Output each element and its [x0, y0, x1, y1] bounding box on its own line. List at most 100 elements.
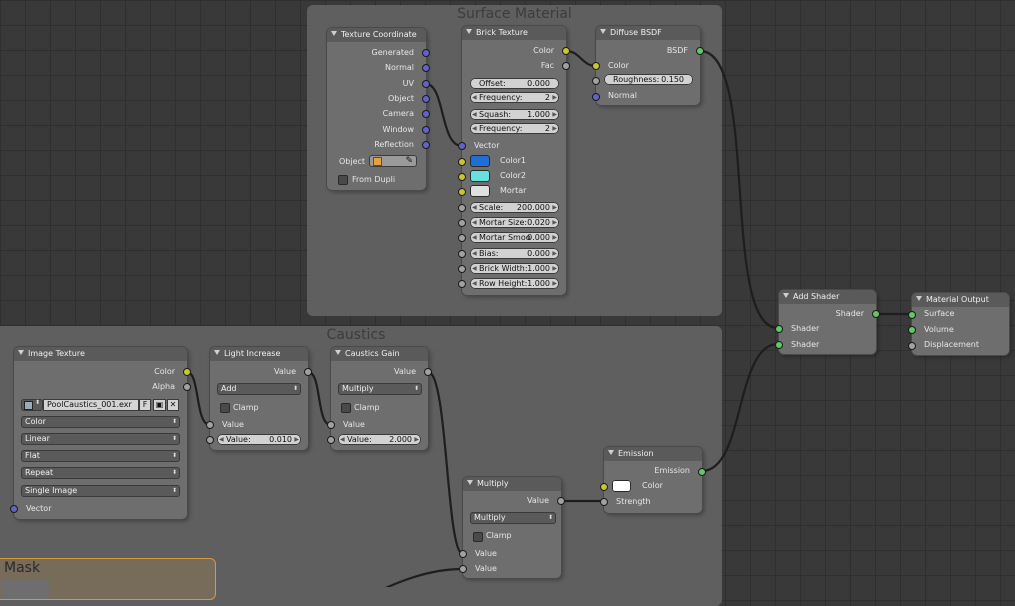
decrement-arrow-icon[interactable]: ◀: [340, 434, 345, 445]
socket-normal-in[interactable]: [592, 93, 600, 101]
socket-object[interactable]: [422, 95, 430, 103]
node-header[interactable]: Brick Texture: [462, 26, 566, 40]
interpolation-dropdown[interactable]: Linear ⬍: [21, 433, 180, 445]
decrement-arrow-icon[interactable]: ◀: [472, 248, 477, 259]
socket-value-out[interactable]: [304, 368, 312, 376]
brick-texture-node[interactable]: Brick Texture Color Fac Offset: 0.000 ◀ …: [458, 26, 570, 295]
image-texture-node[interactable]: Image Texture Color Alpha ⬍ PoolCaustics…: [10, 347, 191, 519]
value-field[interactable]: ◀ Value: 0.010 ▶: [217, 434, 301, 445]
decrement-arrow-icon[interactable]: ◀: [472, 278, 477, 289]
increment-arrow-icon[interactable]: ▶: [552, 232, 557, 243]
increment-arrow-icon[interactable]: ▶: [414, 434, 419, 445]
socket-generated[interactable]: [422, 49, 430, 57]
increment-arrow-icon[interactable]: ▶: [552, 263, 557, 274]
decrement-arrow-icon[interactable]: ◀: [472, 123, 477, 134]
mortar-swatch[interactable]: [470, 185, 490, 197]
increment-arrow-icon[interactable]: ▶: [552, 109, 557, 120]
socket-color-in[interactable]: [600, 483, 608, 491]
node-header[interactable]: Image Texture: [14, 347, 187, 361]
socket-alpha-out[interactable]: [183, 383, 191, 391]
node-header[interactable]: Caustics Gain: [331, 347, 428, 361]
extension-dropdown[interactable]: Repeat ⬍: [21, 467, 180, 479]
decrement-arrow-icon[interactable]: ◀: [472, 217, 477, 228]
increment-arrow-icon[interactable]: ▶: [294, 434, 299, 445]
node-header[interactable]: Multiply: [463, 477, 561, 491]
socket-fac-out[interactable]: [562, 62, 570, 70]
socket-shader2-in[interactable]: [775, 341, 783, 349]
socket-value-out[interactable]: [424, 368, 432, 376]
open-image-button[interactable]: ▣: [153, 399, 166, 411]
decrement-arrow-icon[interactable]: ◀: [472, 263, 477, 274]
squash-field[interactable]: ◀ Squash: 1.000 ▶: [470, 109, 559, 120]
socket-vector-in[interactable]: [10, 505, 18, 513]
node-header[interactable]: Material Output: [912, 293, 1009, 307]
roughness-field[interactable]: Roughness: 0.150: [604, 74, 693, 85]
color2-swatch[interactable]: [470, 170, 490, 182]
socket-value-in-2[interactable]: [327, 436, 335, 444]
collapse-triangle-icon[interactable]: [18, 350, 24, 355]
unlink-image-button[interactable]: ✕: [167, 399, 179, 411]
collapse-triangle-icon[interactable]: [916, 296, 922, 301]
socket-brick-width-in[interactable]: [458, 265, 466, 273]
bias-field[interactable]: ◀ Bias: 0.000 ▶: [470, 248, 559, 259]
socket-mortar-size-in[interactable]: [458, 219, 466, 227]
socket-volume-in[interactable]: [908, 326, 916, 334]
brick-width-field[interactable]: ◀ Brick Width: 1.000 ▶: [470, 263, 559, 274]
caustics-gain-node[interactable]: Caustics Gain Value Multiply ⬍ Clamp Valu…: [327, 347, 432, 450]
add-shader-node[interactable]: Add Shader Shader Shader Shader: [775, 290, 880, 354]
socket-value-in-2[interactable]: [459, 565, 467, 573]
socket-displacement-in[interactable]: [908, 342, 916, 350]
row-height-field[interactable]: ◀ Row Height: 1.000 ▶: [470, 278, 559, 289]
color-space-dropdown[interactable]: Color ⬍: [21, 416, 180, 428]
frequency-field-2[interactable]: ◀ Frequency: 2 ▶: [470, 123, 559, 134]
color1-swatch[interactable]: [470, 155, 490, 167]
socket-normal[interactable]: [422, 64, 430, 72]
emission-color-swatch[interactable]: [612, 480, 631, 492]
collapse-triangle-icon[interactable]: [335, 350, 341, 355]
node-header[interactable]: Emission: [604, 447, 702, 461]
increment-arrow-icon[interactable]: ▶: [552, 92, 557, 103]
socket-value-in-1[interactable]: [459, 550, 467, 558]
mortar-size-field[interactable]: ◀ Mortar Size: 0.020 ▶: [470, 217, 559, 228]
socket-value-out[interactable]: [557, 497, 565, 505]
operation-dropdown[interactable]: Add ⬍: [217, 383, 301, 395]
collapse-triangle-icon[interactable]: [783, 293, 789, 298]
socket-emission-out[interactable]: [698, 468, 706, 476]
node-header[interactable]: Texture Coordinate: [327, 28, 426, 42]
value-field[interactable]: ◀ Value: 2.000 ▶: [338, 434, 421, 445]
socket-color1-in[interactable]: [458, 158, 466, 166]
clamp-checkbox[interactable]: [341, 403, 351, 413]
collapse-triangle-icon[interactable]: [600, 29, 606, 34]
clamp-checkbox[interactable]: [473, 532, 483, 542]
fake-user-button[interactable]: F: [139, 399, 151, 411]
source-dropdown[interactable]: Single Image ⬍: [21, 485, 180, 497]
socket-shader1-in[interactable]: [775, 325, 783, 333]
emission-node[interactable]: Emission Emission Color Strength: [600, 447, 706, 513]
scale-field[interactable]: ◀ Scale: 200.000 ▶: [470, 202, 559, 213]
from-dupli-checkbox[interactable]: [338, 175, 348, 185]
node-header[interactable]: Diffuse BSDF: [596, 26, 700, 40]
decrement-arrow-icon[interactable]: ◀: [472, 202, 477, 213]
collapse-triangle-icon[interactable]: [466, 29, 472, 34]
socket-mortar-smooth-in[interactable]: [458, 234, 466, 242]
eyedropper-icon[interactable]: ✎: [405, 155, 413, 167]
operation-dropdown[interactable]: Multiply ⬍: [338, 383, 422, 395]
socket-color-out[interactable]: [183, 368, 191, 376]
projection-dropdown[interactable]: Flat ⬍: [21, 450, 180, 462]
socket-value-in-1[interactable]: [327, 421, 335, 429]
socket-window[interactable]: [422, 126, 430, 134]
material-output-node[interactable]: Material Output Surface Volume Displacem…: [908, 293, 1009, 355]
socket-shader-out[interactable]: [872, 310, 880, 318]
socket-uv[interactable]: [422, 80, 430, 88]
offset-field[interactable]: Offset: 0.000: [470, 78, 559, 89]
node-header[interactable]: Add Shader: [779, 290, 876, 304]
socket-roughness-in[interactable]: [592, 77, 600, 85]
collapse-triangle-icon[interactable]: [331, 31, 337, 36]
socket-row-height-in[interactable]: [458, 280, 466, 288]
clamp-checkbox[interactable]: [220, 403, 230, 413]
increment-arrow-icon[interactable]: ▶: [552, 248, 557, 259]
diffuse-bsdf-node[interactable]: Diffuse BSDF BSDF Color Roughness: 0.150…: [592, 26, 704, 105]
decrement-arrow-icon[interactable]: ◀: [219, 434, 224, 445]
socket-bsdf-out[interactable]: [696, 47, 704, 55]
collapse-triangle-icon[interactable]: [214, 350, 220, 355]
